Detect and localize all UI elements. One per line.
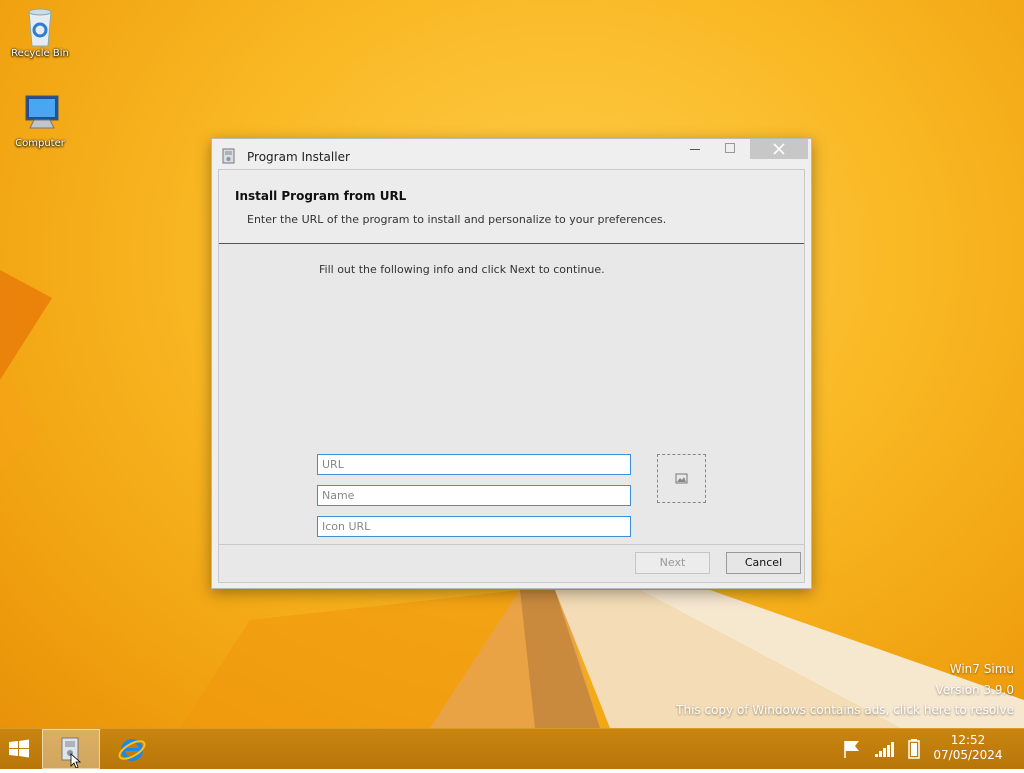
name-input[interactable] (317, 485, 631, 506)
next-button[interactable]: Next (635, 552, 710, 574)
cancel-button[interactable]: Cancel (726, 552, 801, 574)
clock-date: 07/05/2024 (933, 748, 1003, 762)
maximize-button[interactable] (715, 139, 745, 159)
battery-icon (908, 739, 920, 759)
instruction-text: Fill out the following info and click Ne… (319, 263, 605, 276)
desktop-icon-label: Recycle Bin (11, 48, 69, 59)
recycle-bin-icon (20, 4, 60, 47)
windows-logo-icon (9, 739, 29, 758)
footer-divider (219, 544, 804, 545)
minimize-icon (690, 149, 700, 150)
window-title: Program Installer (247, 150, 350, 164)
url-input[interactable] (317, 454, 631, 475)
installer-icon (61, 737, 82, 769)
desktop-icon-computer[interactable]: Computer (5, 94, 75, 149)
computer-icon (20, 94, 60, 136)
action-center-button[interactable] (840, 729, 864, 769)
close-button[interactable] (750, 139, 808, 159)
watermark-version: Version 3.9.0 (935, 683, 1014, 697)
internet-explorer-icon (118, 739, 146, 761)
wizard-title: Install Program from URL (235, 189, 407, 203)
taskbar-item-program-installer[interactable] (42, 729, 100, 769)
window-client-area: Install Program from URL Enter the URL o… (218, 169, 805, 583)
flag-icon (844, 741, 859, 758)
network-button[interactable] (872, 729, 896, 769)
icon-url-input[interactable] (317, 516, 631, 537)
taskbar-item-internet-explorer[interactable] (104, 729, 160, 769)
wizard-description: Enter the URL of the program to install … (247, 213, 667, 226)
installer-icon (220, 147, 238, 165)
icon-preview-box[interactable] (657, 454, 706, 503)
wizard-header: Install Program from URL Enter the URL o… (219, 170, 804, 244)
start-button[interactable] (0, 729, 40, 769)
taskbar-clock[interactable]: 12:52 07/05/2024 (930, 733, 1006, 763)
desktop-icon-label: Computer (15, 138, 65, 149)
desktop-icon-recycle-bin[interactable]: Recycle Bin (5, 4, 75, 59)
watermark-title: Win7 Simu (949, 662, 1014, 676)
close-icon (773, 143, 785, 155)
image-placeholder-icon (675, 473, 688, 484)
taskbar: 12:52 07/05/2024 (0, 728, 1024, 769)
network-signal-icon (875, 742, 894, 757)
minimize-button[interactable] (680, 139, 710, 159)
program-installer-window: Program Installer Install Program from U… (211, 138, 812, 589)
battery-button[interactable] (904, 729, 924, 769)
clock-time: 12:52 (950, 733, 986, 747)
watermark-activation-link[interactable]: This copy of Windows contains ads, click… (676, 703, 1014, 717)
window-titlebar[interactable]: Program Installer (212, 139, 811, 169)
maximize-icon (725, 143, 735, 153)
